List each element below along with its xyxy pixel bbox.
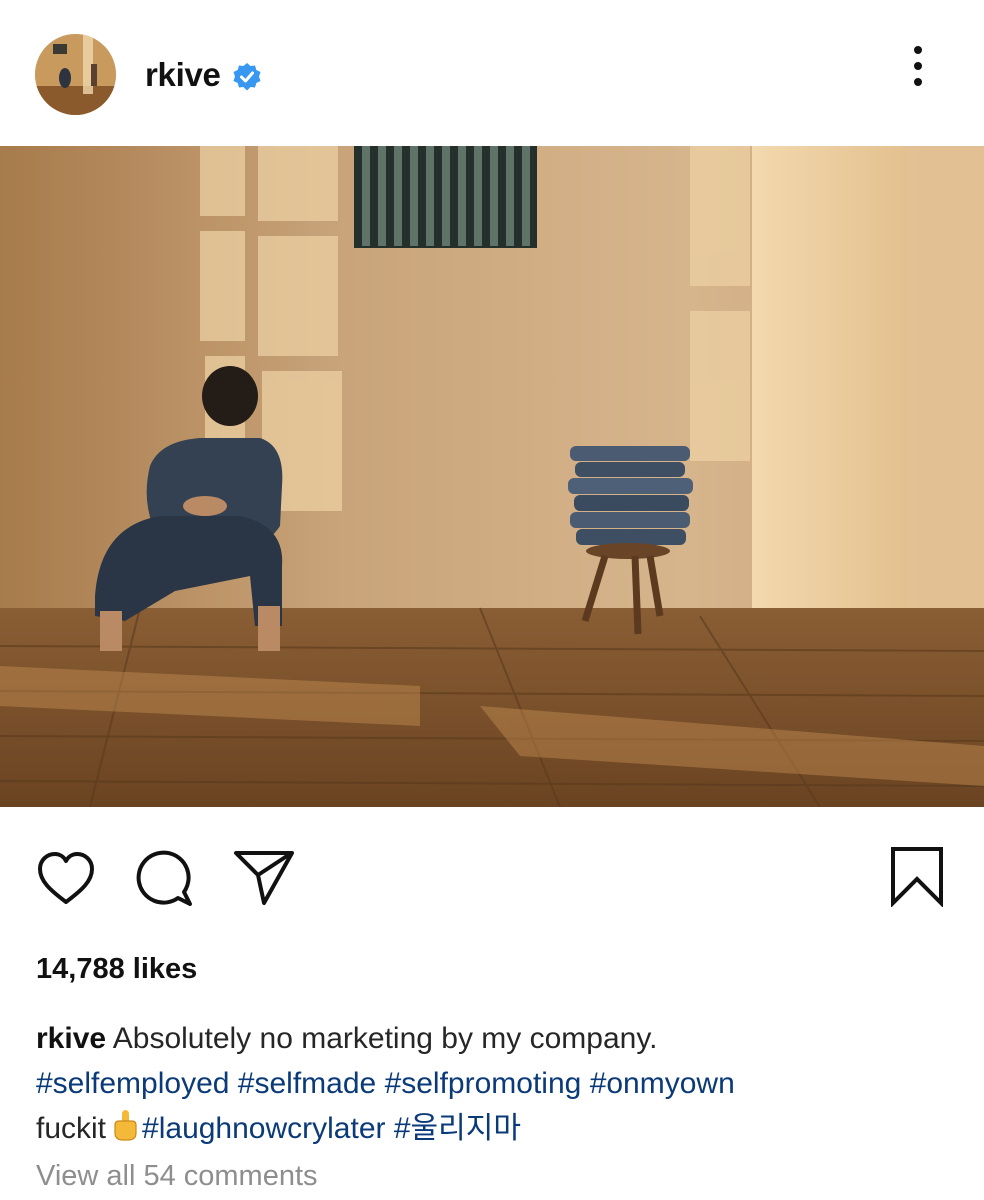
more-options-icon[interactable] — [900, 42, 936, 90]
comment-icon[interactable] — [134, 848, 196, 908]
paper-plane-icon[interactable] — [232, 847, 296, 907]
hashtag-link[interactable]: #selfmade — [238, 1067, 376, 1100]
view-all-comments-link[interactable]: View all 54 comments — [36, 1160, 318, 1193]
post-username[interactable]: rkive — [145, 56, 221, 94]
hashtag-link[interactable]: #onmyown — [590, 1067, 735, 1100]
caption-username[interactable]: rkive — [36, 1022, 106, 1055]
caption: rkive Absolutely no marketing by my comp… — [36, 1016, 966, 1154]
post-header: rkive — [0, 0, 984, 146]
caption-line-3: fuckit #laughnowcrylater #울리지마 — [36, 1106, 966, 1154]
verified-badge-icon — [233, 63, 261, 91]
middle-finger-emoji — [112, 1109, 138, 1154]
heart-icon[interactable] — [36, 850, 96, 906]
caption-text: Absolutely no marketing by my company. — [112, 1022, 658, 1055]
bookmark-icon[interactable] — [888, 845, 946, 907]
hashtag-link[interactable]: #selfemployed — [36, 1067, 229, 1100]
caption-line-1: rkive Absolutely no marketing by my comp… — [36, 1016, 966, 1061]
hashtag-link[interactable]: #울리지마 — [394, 1112, 521, 1145]
hashtag-link[interactable]: #selfpromoting — [385, 1067, 582, 1100]
likes-count[interactable]: 14,788 likes — [36, 953, 197, 986]
caption-line-2: #selfemployed #selfmade #selfpromoting #… — [36, 1061, 966, 1106]
action-bar — [0, 807, 984, 947]
post-image[interactable] — [0, 146, 984, 807]
avatar[interactable] — [35, 34, 116, 115]
hashtag-link[interactable]: #laughnowcrylater — [142, 1112, 385, 1145]
caption-text: fuckit — [36, 1112, 107, 1145]
